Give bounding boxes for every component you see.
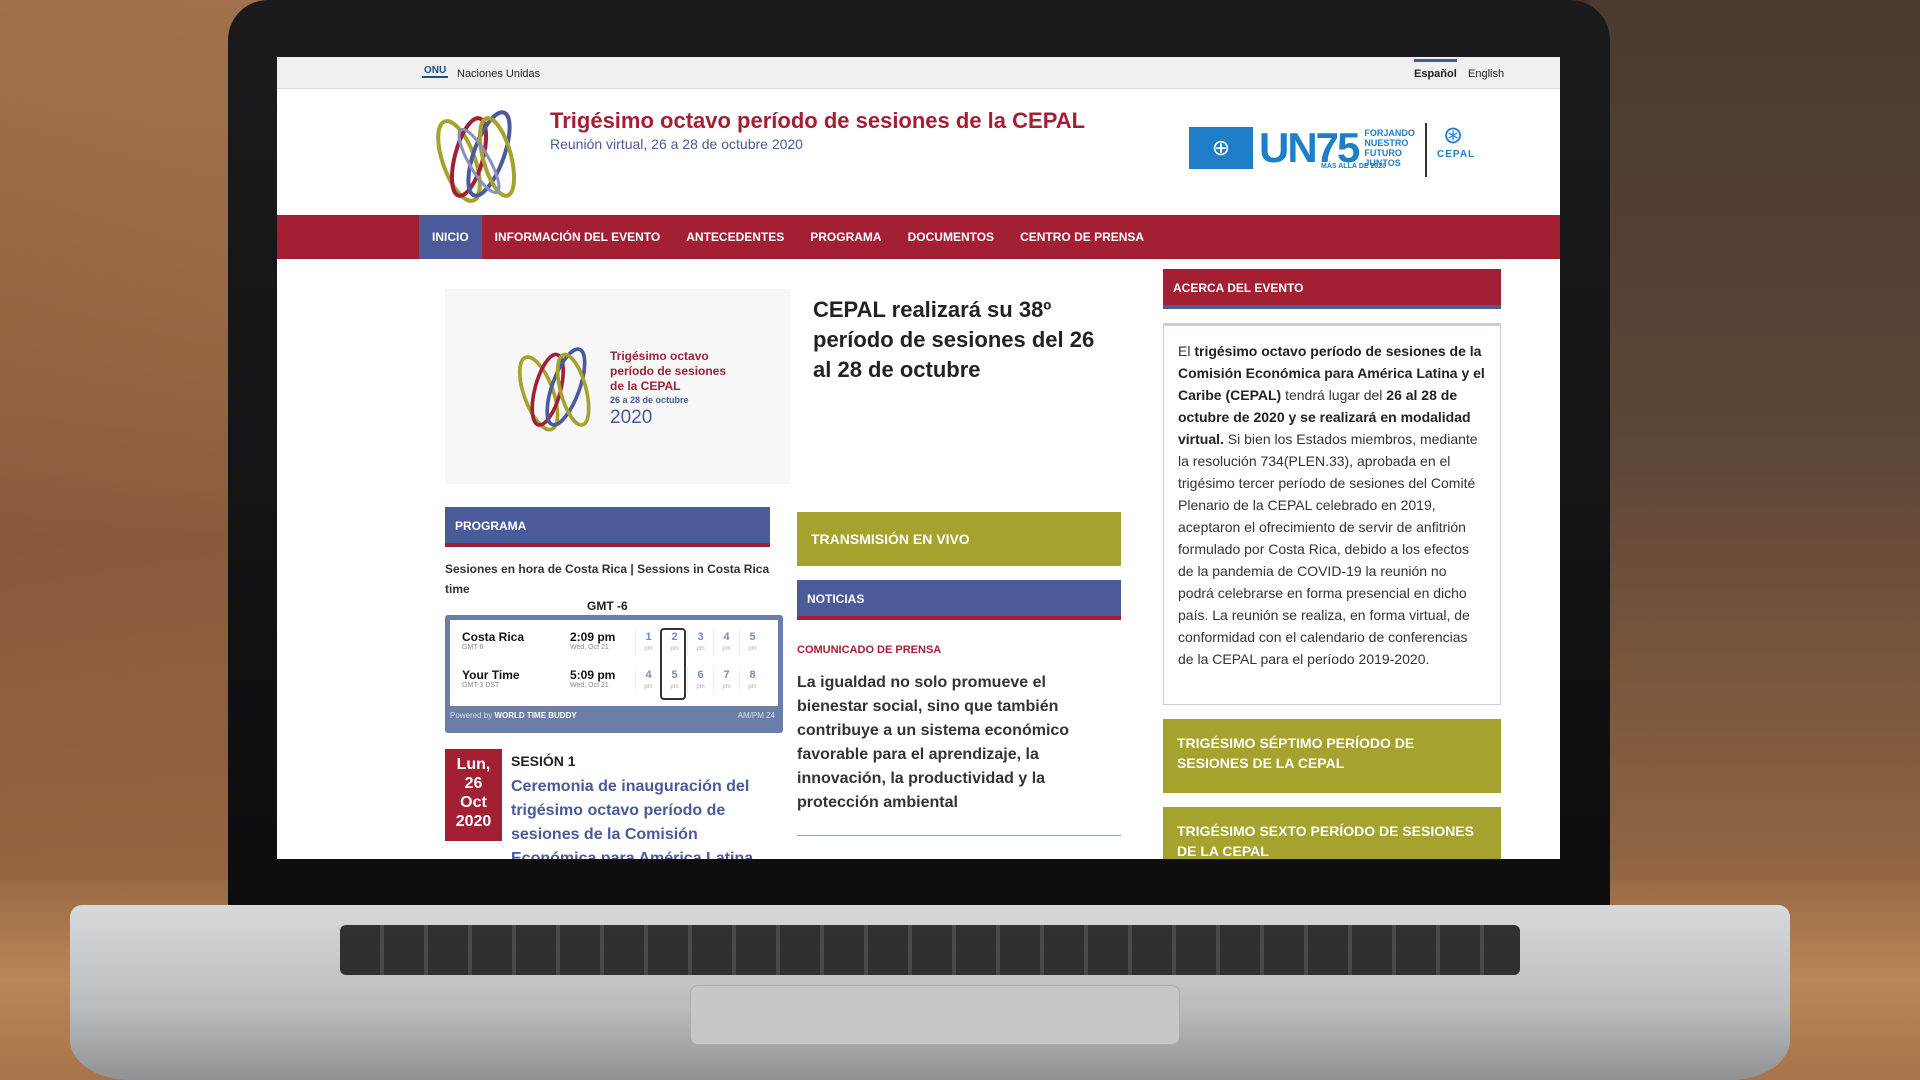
prev-session-36-button[interactable]: TRIGÉSIMO SEXTO PERÍODO DE SESIONES DE L… xyxy=(1163,807,1501,859)
page-subtitle: Reunión virtual, 26 a 28 de octubre 2020 xyxy=(550,136,803,152)
news-header: NOTICIAS xyxy=(797,580,1121,620)
un-emblem-icon: ⊕ xyxy=(1189,127,1253,169)
event-logo[interactable] xyxy=(429,99,525,209)
tz-time-costa-rica: 2:09 pm Wed, Oct 21 xyxy=(570,630,616,651)
news-divider xyxy=(797,835,1121,836)
feature-image[interactable]: Trigésimo octavo período de sesiones de … xyxy=(445,289,790,484)
nav-documentos[interactable]: DOCUMENTOS xyxy=(895,215,1007,259)
hour-cell: 5 pm xyxy=(739,628,765,656)
page-title: Trigésimo octavo período de sesiones de … xyxy=(550,108,1086,133)
session-label: SESIÓN 1 xyxy=(511,753,576,769)
un-topbar: ONU Naciones Unidas Español English xyxy=(277,57,1560,89)
nav-antecedentes[interactable]: ANTECEDENTES xyxy=(673,215,797,259)
programa-header: PROGRAMA xyxy=(445,507,770,547)
tz-row-costa-rica: Costa Rica GMT-6 xyxy=(462,630,525,651)
feature-headline[interactable]: CEPAL realizará su 38º período de sesion… xyxy=(813,295,1103,385)
about-header: ACERCA DEL EVENTO xyxy=(1163,269,1501,309)
main-content: Trigésimo octavo período de sesiones de … xyxy=(277,259,1560,859)
un-wreath-icon: ⊛ xyxy=(1442,122,1464,149)
nav-programa[interactable]: PROGRAMA xyxy=(797,215,894,259)
hour-cell: 8 pm xyxy=(739,666,765,694)
un75-sub: FORJANDO NUESTRO FUTURO JUNTOS xyxy=(1364,128,1415,168)
browser-viewport: ONU Naciones Unidas Español English Trig… xyxy=(277,57,1560,859)
feature-image-title: Trigésimo octavo período de sesiones de … xyxy=(610,349,727,393)
feature-image-dates: 26 a 28 de octubre xyxy=(610,395,689,405)
hour-cell: 6 pm xyxy=(687,666,713,694)
site-header: Trigésimo octavo período de sesiones de … xyxy=(277,89,1560,215)
press-release-label[interactable]: COMUNICADO DE PRENSA xyxy=(797,644,941,656)
main-nav: INICIO INFORMACIÓN DEL EVENTO ANTECEDENT… xyxy=(277,215,1560,259)
rings-logo-icon xyxy=(436,110,517,203)
world-time-buddy-widget[interactable]: Costa Rica GMT-6 2:09 pm Wed, Oct 21 1 pm… xyxy=(445,615,783,733)
tz-format-toggle[interactable]: AM/PM 24 xyxy=(738,711,775,720)
un75-logo[interactable]: ⊕ UN75 MÁS ALLÁ DE 2020 FORJANDO NUESTRO… xyxy=(1189,127,1415,170)
cepal-logo[interactable]: ⊛ CEPAL xyxy=(1425,122,1476,177)
onu-badge[interactable]: ONU xyxy=(422,65,449,78)
news-headline-link[interactable]: La igualdad no solo promueve el bienesta… xyxy=(797,671,1097,815)
un75-tagline: MÁS ALLÁ DE 2020 xyxy=(1321,163,1387,170)
laptop-trackpad xyxy=(690,985,1180,1045)
hour-cell: 4 pm xyxy=(713,628,739,656)
sessions-timezone-note: Sesiones en hora de Costa Rica | Session… xyxy=(445,562,770,596)
live-stream-button[interactable]: TRANSMISIÓN EN VIVO xyxy=(797,512,1121,566)
feature-image-year: 2020 xyxy=(610,407,653,428)
lang-spanish[interactable]: Español xyxy=(1414,59,1457,80)
nav-informacion[interactable]: INFORMACIÓN DEL EVENTO xyxy=(482,215,674,259)
hour-cell: 4 pm xyxy=(635,666,661,694)
nav-inicio[interactable]: INICIO xyxy=(419,215,482,259)
hour-cell: 7 pm xyxy=(713,666,739,694)
gmt-label: GMT -6 xyxy=(587,599,628,613)
tz-powered-by[interactable]: Powered by WORLD TIME BUDDY xyxy=(450,711,577,720)
rings-logo-small-icon xyxy=(517,347,591,432)
prev-session-37-button[interactable]: TRIGÉSIMO SÉPTIMO PERÍODO DE SESIONES DE… xyxy=(1163,719,1501,793)
tz-time-your-time: 5:09 pm Wed, Oct 21 xyxy=(570,668,616,689)
tz-hours-row1[interactable]: 1 pm 2 pm 3 pm 4 pm 5 pm xyxy=(635,628,765,656)
nav-centro-prensa[interactable]: CENTRO DE PRENSA xyxy=(1007,215,1157,259)
tz-row-your-time: Your Time GMT-3 DST xyxy=(462,668,520,689)
laptop-keyboard xyxy=(340,925,1520,975)
lang-english[interactable]: English xyxy=(1468,68,1504,80)
session-date-badge: Lun, 26 Oct 2020 xyxy=(445,749,502,841)
session-title-link[interactable]: Ceremonia de inauguración del trigésimo … xyxy=(511,775,771,859)
un-link[interactable]: Naciones Unidas xyxy=(457,68,540,80)
about-text: El trigésimo octavo período de sesiones … xyxy=(1163,323,1501,705)
hour-cell: 1 pm xyxy=(635,628,661,656)
tz-hours-row2[interactable]: 4 pm 5 pm 6 pm 7 pm 8 pm xyxy=(635,666,765,694)
cepal-wordmark: CEPAL xyxy=(1437,149,1476,160)
hour-cell: 3 pm xyxy=(687,628,713,656)
current-hour-highlight xyxy=(660,628,686,700)
